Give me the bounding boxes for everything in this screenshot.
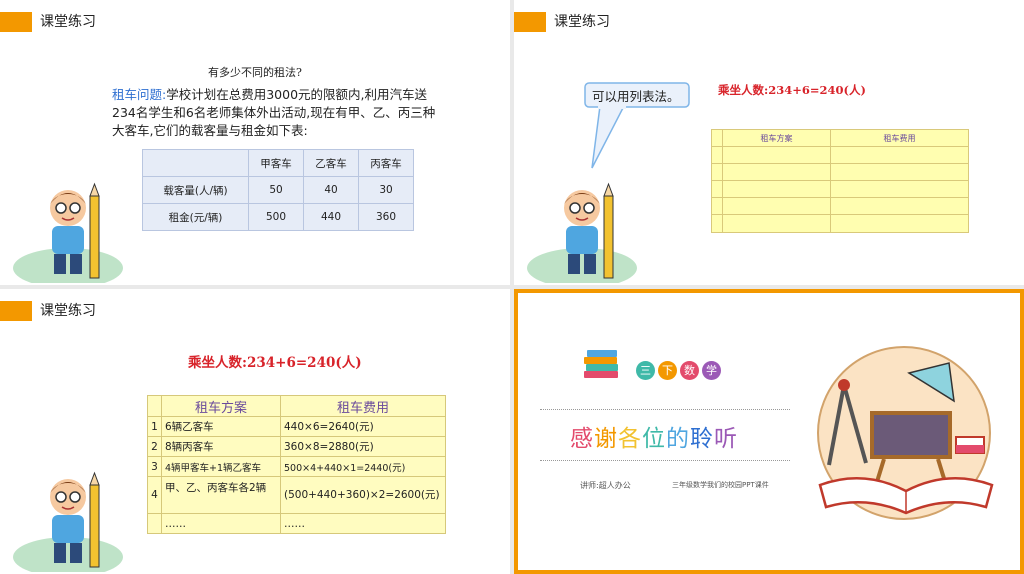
thanks-title: 感谢各位的聆听 [570,419,738,453]
table-cell: 租车方案 [722,129,831,147]
boy-with-pencil-illustration [527,182,637,283]
table-cell: 500 [248,203,304,231]
question-title: 有多少不同的租法? [208,66,302,79]
table-row: 3 4辆甲客车+1辆乙客车 500×4+440×1=2440(元) [147,456,446,477]
thanks-char: 位 [642,426,666,452]
table-cell: 360 [358,203,414,231]
rental-table: 甲客车 乙客车 丙客车 载客量(人/辆) 50 40 30 租金(元/辆) 50… [142,149,414,231]
books-icon [584,350,618,378]
plan-table: 租车方案 租车费用 1 6辆乙客车 440×6=2640(元) 2 8辆丙客车 … [147,395,446,534]
table-row [711,180,969,198]
table-row: …… …… [147,513,446,534]
table-cell: 50 [248,176,304,204]
table-cell: 租金(元/辆) [142,203,249,231]
thanks-char: 听 [714,426,738,452]
total-passengers: 乘坐人数:234+6=240(人) [718,83,866,97]
classroom-illustration [817,346,994,520]
table-cell: 4辆甲客车+1辆乙客车 [161,456,281,477]
lecturer-label: 讲师:超人办公 [580,481,631,490]
subject-tag: 下 [658,361,677,380]
header-accent-bar [514,12,546,32]
table-row [711,214,969,233]
thanks-char: 的 [666,426,690,452]
table-cell: 40 [303,176,359,204]
problem-text: 租车问题:学校计划在总费用3000元的限额内,利用汽车送234名学生和6名老师集… [112,86,447,140]
table-cell: 440 [303,203,359,231]
table-row: 1 6辆乙客车 440×6=2640(元) [147,416,446,437]
table-cell: 租车费用 [280,395,446,417]
table-cell: 4 [147,476,162,514]
thanks-char: 各 [618,426,642,452]
header-accent-bar [0,301,32,321]
thanks-char: 感 [570,426,594,452]
table-cell: 乙客车 [303,149,359,177]
table-cell: 360×8=2880(元) [280,436,446,457]
thanks-text: 感谢各位的聆听 [570,426,738,452]
table-cell: 甲、乙、丙客车各2辆 [161,476,281,514]
header-accent-bar [0,12,32,32]
table-cell: 500×4+440×1=2440(元) [280,456,446,477]
table-cell: 8辆丙客车 [161,436,281,457]
slide-header: 课堂练习 [40,14,96,30]
table-row: 载客量(人/辆) 50 40 30 [142,176,414,204]
divider [540,460,790,461]
table-cell [711,129,723,147]
subject-tag: 学 [702,361,721,380]
table-header-row: 租车方案 租车费用 [147,395,446,417]
slide-header: 课堂练习 [40,303,96,319]
slide-1[interactable]: 课堂练习 有多少不同的租法? 租车问题:学校计划在总费用3000元的限额内,利用… [0,0,510,285]
slide-2[interactable]: 课堂练习 可以用列表法。 乘坐人数:234+6=240(人) 租车方案 租车费用 [514,0,1024,285]
table-cell: 丙客车 [358,149,414,177]
table-row: 4 甲、乙、丙客车各2辆 (500+440+360)×2=2600(元) [147,476,446,514]
table-cell: 租车方案 [161,395,281,417]
table-cell: 6辆乙客车 [161,416,281,437]
table-row: 2 8辆丙客车 360×8=2880(元) [147,436,446,457]
slide-3[interactable]: 课堂练习 乘坐人数:234+6=240(人) 租车方案 租车费用 1 6辆乙客车… [0,289,510,574]
table-header-row: 甲客车 乙客车 丙客车 [142,149,414,177]
bubble-text: 可以用列表法。 [592,89,680,104]
subject-tag: 三 [636,361,655,380]
subject-tag: 数 [680,361,699,380]
table-cell [147,513,162,534]
table-cell: 30 [358,176,414,204]
table-cell: 3 [147,456,162,477]
problem-key: 租车问题: [112,87,167,102]
table-cell [142,149,249,177]
divider [540,409,790,410]
thanks-char: 谢 [594,426,618,452]
table-row: 租金(元/辆) 500 440 360 [142,203,414,231]
slide-4[interactable]: 三 下 数 学 感谢各位的聆听 讲师:超人办公 三年级数学我们的校园PPT课件 [514,289,1024,574]
table-cell: 租车费用 [830,129,969,147]
empty-plan-table: 租车方案 租车费用 [711,129,969,233]
table-cell: 440×6=2640(元) [280,416,446,437]
boy-with-pencil-illustration [13,182,123,283]
boy-with-pencil-illustration [13,471,123,572]
table-cell: 载客量(人/辆) [142,176,249,204]
table-row [711,197,969,215]
table-cell: 甲客车 [248,149,304,177]
thanks-char: 聆 [690,426,714,452]
table-cell: …… [280,513,446,534]
table-header-row: 租车方案 租车费用 [711,129,969,147]
table-cell [147,395,162,417]
table-row [711,163,969,181]
table-cell: 2 [147,436,162,457]
total-passengers: 乘坐人数:234+6=240(人) [188,355,362,371]
slide-header: 课堂练习 [554,14,610,30]
table-row [711,146,969,164]
course-label: 三年级数学我们的校园PPT课件 [672,481,769,489]
table-cell: (500+440+360)×2=2600(元) [280,476,446,514]
table-cell: …… [161,513,281,534]
table-cell: 1 [147,416,162,437]
